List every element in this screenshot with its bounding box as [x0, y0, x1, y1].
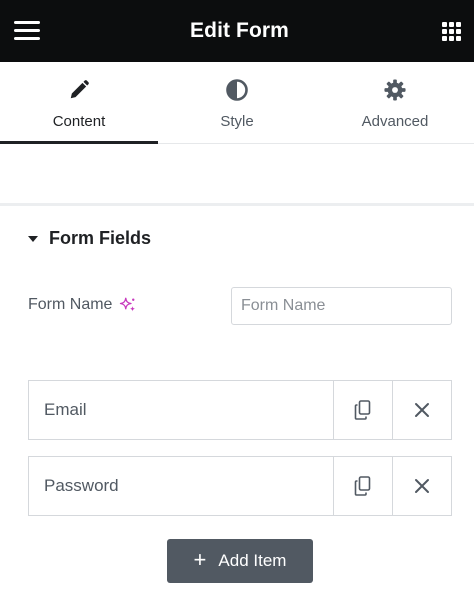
close-icon	[415, 479, 429, 493]
duplicate-icon	[354, 476, 371, 496]
tab-advanced[interactable]: Advanced	[316, 62, 474, 143]
duplicate-button[interactable]	[333, 457, 392, 515]
duplicate-button[interactable]	[333, 381, 392, 439]
tab-content-label: Content	[52, 113, 106, 130]
ai-sparkle-icon[interactable]	[119, 296, 137, 314]
pencil-icon	[67, 78, 91, 102]
section-toggle-form-fields[interactable]: Form Fields	[28, 228, 151, 249]
add-item-button[interactable]: + Add Item	[167, 539, 313, 583]
repeater-item-title[interactable]: Password	[29, 457, 333, 515]
half-circle-contrast-icon	[225, 78, 249, 102]
plus-icon: +	[193, 547, 207, 572]
grid-apps-icon[interactable]	[442, 22, 461, 41]
tab-content[interactable]: Content	[0, 62, 158, 144]
form-name-label: Form Name	[28, 296, 113, 313]
section-title: Form Fields	[49, 228, 152, 248]
remove-button[interactable]	[392, 381, 451, 439]
gear-icon	[383, 78, 407, 102]
close-icon	[415, 403, 429, 417]
form-name-label-row: Form Name	[28, 296, 137, 314]
panel-tabs: Content Style Advanced	[0, 62, 474, 144]
tab-style-label: Style	[220, 113, 254, 130]
tab-advanced-label: Advanced	[361, 113, 429, 130]
duplicate-icon	[354, 400, 371, 420]
repeater-item: Password	[28, 456, 452, 516]
panel-spacer	[0, 144, 474, 204]
panel-title: Edit Form	[190, 19, 289, 42]
caret-down-icon	[28, 236, 38, 242]
tab-style[interactable]: Style	[158, 62, 316, 143]
repeater-item-title[interactable]: Email	[29, 381, 333, 439]
form-name-input[interactable]	[231, 287, 452, 325]
hamburger-menu-icon[interactable]	[14, 21, 40, 41]
section-divider	[0, 203, 474, 206]
repeater-item: Email	[28, 380, 452, 440]
remove-button[interactable]	[392, 457, 451, 515]
add-item-label: Add Item	[218, 551, 287, 570]
top-bar: Edit Form	[0, 0, 474, 62]
